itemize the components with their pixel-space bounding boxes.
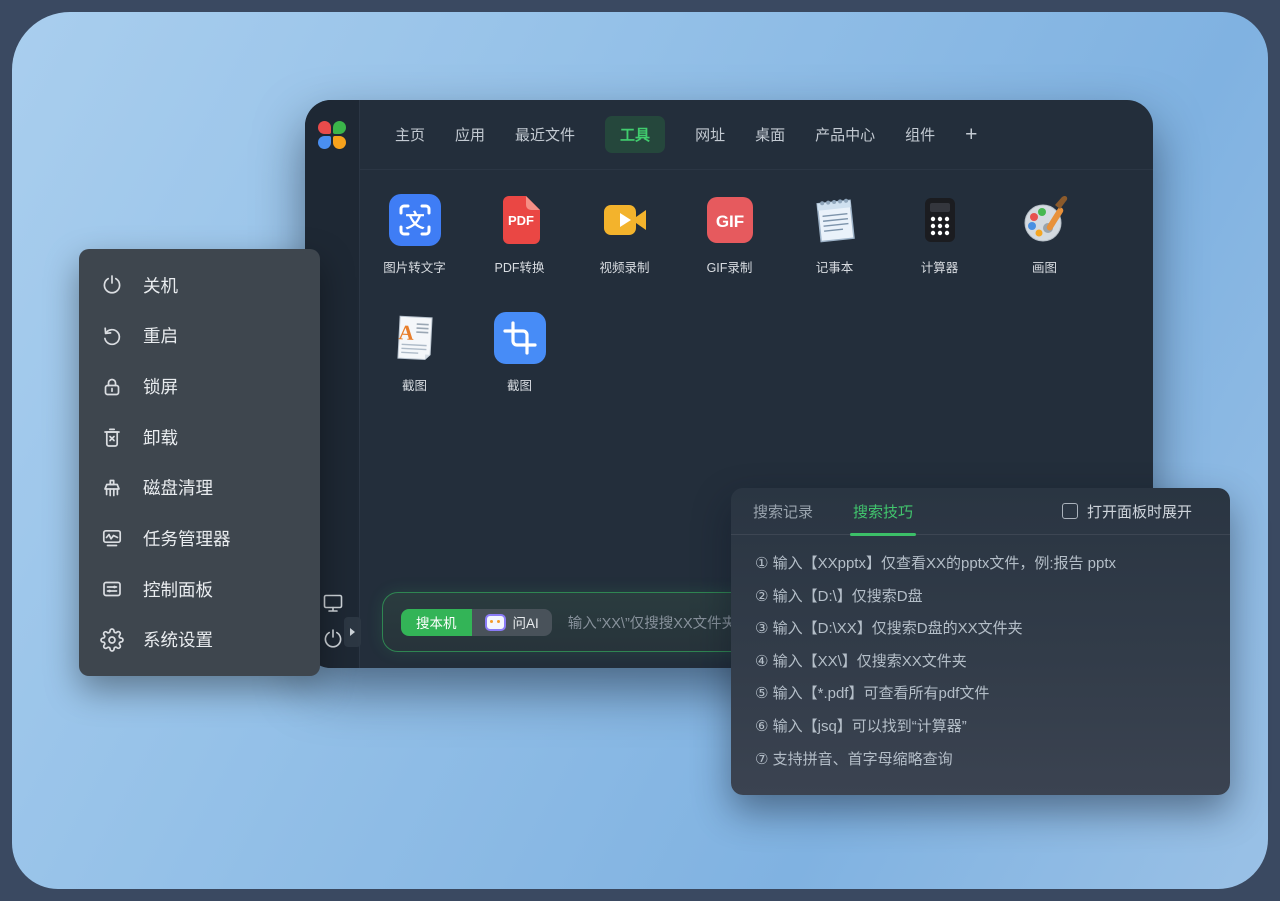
robot-icon (485, 614, 506, 631)
tools-grid: 文 图片转文字 PDF PDF转换 视频录制 GIF GIF录制 (362, 188, 1097, 424)
tip-item: ⑦ 支持拼音、首字母缩略查询 (755, 744, 1206, 777)
notepad-icon (809, 194, 861, 246)
menu-item-control-panel[interactable]: 控制面板 (79, 564, 320, 615)
tool-label: 截图 (402, 375, 427, 394)
tool-label: 记事本 (816, 257, 854, 276)
tip-item: ⑤ 输入【*.pdf】可查看所有pdf文件 (755, 678, 1206, 711)
menu-item-uninstall[interactable]: 卸载 (79, 412, 320, 463)
tab-widgets[interactable]: 组件 (905, 124, 935, 145)
menu-item-label: 控制面板 (143, 577, 213, 602)
tip-item: ⑥ 输入【jsq】可以找到“计算器” (755, 711, 1206, 744)
checkbox-icon[interactable] (1062, 503, 1078, 519)
menu-item-label: 任务管理器 (143, 526, 231, 551)
add-tab-button[interactable]: + (965, 127, 977, 142)
tip-item: ④ 输入【XX\】仅搜索XX文件夹 (755, 646, 1206, 679)
screen: 主页 应用 最近文件 工具 网址 桌面 产品中心 组件 + 文 图片转文字 PD… (0, 0, 1280, 901)
tab-home[interactable]: 主页 (395, 124, 425, 145)
expand-on-open-toggle[interactable]: 打开面板时展开 (1062, 501, 1192, 522)
menu-item-lock-screen[interactable]: 锁屏 (79, 361, 320, 412)
tab-product-center[interactable]: 产品中心 (815, 124, 875, 145)
tool-screenshot-doc[interactable]: A 截图 (362, 306, 467, 424)
calculator-icon (914, 194, 966, 246)
menu-item-disk-cleanup[interactable]: 磁盘清理 (79, 463, 320, 514)
power-menu: 关机 重启 锁屏 卸载 磁盘清理 任务管理器 控制面板 系统设置 (79, 249, 320, 676)
tool-label: 视频录制 (599, 257, 649, 276)
tool-label: 截图 (507, 375, 532, 394)
svg-text:A: A (398, 320, 415, 345)
tab-tools[interactable]: 工具 (605, 116, 665, 153)
search-input-placeholder: 输入“XX\”仅搜搜XX文件夹及 (568, 612, 751, 633)
svg-text:PDF: PDF (508, 213, 534, 228)
ask-ai-label: 问AI (513, 612, 539, 632)
tab-urls[interactable]: 网址 (695, 124, 725, 145)
tool-label: 图片转文字 (383, 257, 446, 276)
tool-label: 画图 (1032, 257, 1057, 276)
monitor-icon[interactable] (321, 591, 345, 615)
power-icon[interactable] (321, 627, 345, 651)
tab-apps[interactable]: 应用 (455, 124, 485, 145)
tool-gif-record[interactable]: GIF GIF录制 (677, 188, 782, 306)
tool-label: GIF录制 (707, 257, 753, 276)
menu-item-system-settings[interactable]: 系统设置 (79, 614, 320, 665)
tip-item: ① 输入【XXpptx】仅查看XX的pptx文件，例:报告 pptx (755, 548, 1206, 581)
tool-paint[interactable]: 画图 (992, 188, 1097, 306)
menu-item-label: 锁屏 (143, 374, 178, 399)
menu-item-label: 卸载 (143, 425, 178, 450)
video-record-icon (599, 194, 651, 246)
menu-item-shutdown[interactable]: 关机 (79, 260, 320, 311)
tool-pdf-convert[interactable]: PDF PDF转换 (467, 188, 572, 306)
menu-item-label: 重启 (143, 323, 178, 348)
svg-text:文: 文 (405, 209, 425, 232)
crop-screenshot-icon (494, 312, 546, 364)
menu-item-label: 磁盘清理 (143, 475, 213, 500)
menu-item-task-manager[interactable]: 任务管理器 (79, 513, 320, 564)
tab-recent-files[interactable]: 最近文件 (515, 124, 575, 145)
tip-item: ② 输入【D:\】仅搜索D盘 (755, 581, 1206, 614)
svg-text:GIF: GIF (715, 212, 743, 231)
menu-item-label: 系统设置 (143, 627, 213, 652)
tip-item: ③ 输入【D:\XX】仅搜索D盘的XX文件夹 (755, 613, 1206, 646)
tips-panel-header: 搜索记录 搜索技巧 打开面板时展开 (731, 488, 1230, 535)
tool-label: 计算器 (921, 257, 959, 276)
search-mode-switch: 搜本机 问AI (401, 609, 552, 636)
search-tips-panel: 搜索记录 搜索技巧 打开面板时展开 ① 输入【XXpptx】仅查看XX的pptx… (731, 488, 1230, 795)
logo-petal-green (333, 121, 346, 134)
tool-calculator[interactable]: 计算器 (887, 188, 992, 306)
app-logo-icon[interactable] (318, 121, 346, 149)
tab-bar: 主页 应用 最近文件 工具 网址 桌面 产品中心 组件 + (359, 100, 1153, 170)
tool-video-record[interactable]: 视频录制 (572, 188, 677, 306)
tab-search-tips[interactable]: 搜索技巧 (853, 501, 913, 522)
ask-ai-button[interactable]: 问AI (472, 609, 552, 636)
menu-item-label: 关机 (143, 273, 178, 298)
tips-list: ① 输入【XXpptx】仅查看XX的pptx文件，例:报告 pptx ② 输入【… (731, 535, 1230, 776)
logo-petal-red (318, 121, 331, 134)
paint-icon (1019, 194, 1071, 246)
pdf-convert-icon: PDF (494, 194, 546, 246)
tool-ocr[interactable]: 文 图片转文字 (362, 188, 467, 306)
wordpad-doc-icon: A (389, 312, 441, 364)
tool-screenshot-crop[interactable]: 截图 (467, 306, 572, 424)
search-local-button[interactable]: 搜本机 (401, 609, 472, 636)
checkbox-label: 打开面板时展开 (1087, 501, 1192, 522)
tab-search-history[interactable]: 搜索记录 (753, 501, 813, 522)
logo-petal-orange (333, 136, 346, 149)
logo-petal-blue (318, 136, 331, 149)
ocr-icon: 文 (389, 194, 441, 246)
tool-notepad[interactable]: 记事本 (782, 188, 887, 306)
menu-item-restart[interactable]: 重启 (79, 311, 320, 362)
sidebar-expander-arrow[interactable] (344, 617, 361, 647)
gif-record-icon: GIF (704, 194, 756, 246)
tool-label: PDF转换 (494, 257, 544, 276)
tab-desktop[interactable]: 桌面 (755, 124, 785, 145)
